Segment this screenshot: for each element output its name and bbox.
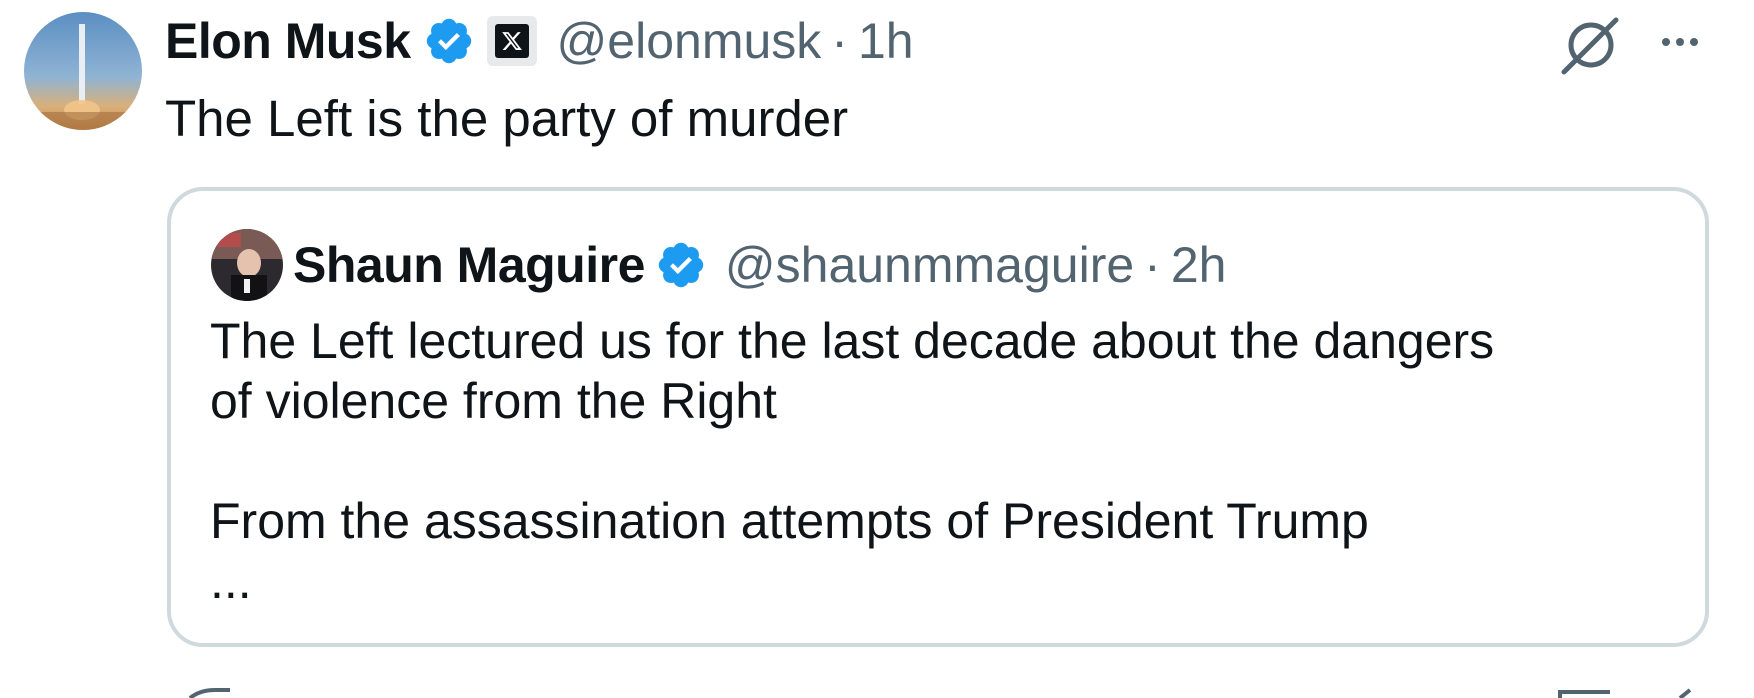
action-bar-edges (188, 688, 1692, 698)
more-options-icon[interactable] (1650, 14, 1710, 70)
verified-badge-icon[interactable] (655, 239, 707, 291)
author-name[interactable]: Elon Musk (165, 12, 411, 70)
author-handle[interactable]: @elonmusk (557, 12, 822, 70)
avatar-image (24, 12, 142, 130)
post-timestamp[interactable]: 1h (858, 12, 914, 70)
quoted-text-blank-line (210, 431, 1680, 491)
verified-badge-icon[interactable] (423, 15, 475, 67)
separator-dot: · (1144, 237, 1161, 293)
post-text: The Left is the party of murder (165, 90, 849, 147)
quoted-avatar-image (211, 229, 283, 301)
quoted-text-line: From the assassination attempts of Presi… (210, 493, 1369, 549)
quoted-post-header: Shaun Maguire @shaunmmaguire · 2h (293, 229, 1226, 301)
quoted-post-timestamp[interactable]: 2h (1171, 236, 1227, 294)
action-bar-partial (0, 684, 1754, 698)
quoted-post[interactable]: Shaun Maguire @shaunmmaguire · 2h The Le… (167, 187, 1709, 647)
quoted-text-line: of violence from the Right (210, 373, 777, 429)
tweet[interactable]: Elon Musk @elonmusk · 1h The Left is the… (0, 0, 1754, 698)
x-logo-icon[interactable] (486, 16, 537, 66)
quoted-author-name[interactable]: Shaun Maguire (293, 236, 645, 294)
truncation-ellipsis: ... (210, 553, 252, 609)
author-avatar[interactable] (24, 12, 142, 130)
quoted-text-line: The Left lectured us for the last decade… (210, 313, 1495, 369)
separator-dot: · (831, 13, 848, 69)
post-header: Elon Musk @elonmusk · 1h (165, 8, 914, 74)
grok-icon[interactable] (1556, 10, 1626, 80)
quoted-author-handle[interactable]: @shaunmmaguire (725, 236, 1134, 294)
quoted-post-text: The Left lectured us for the last decade… (210, 311, 1680, 611)
quoted-author-avatar[interactable] (211, 229, 283, 301)
